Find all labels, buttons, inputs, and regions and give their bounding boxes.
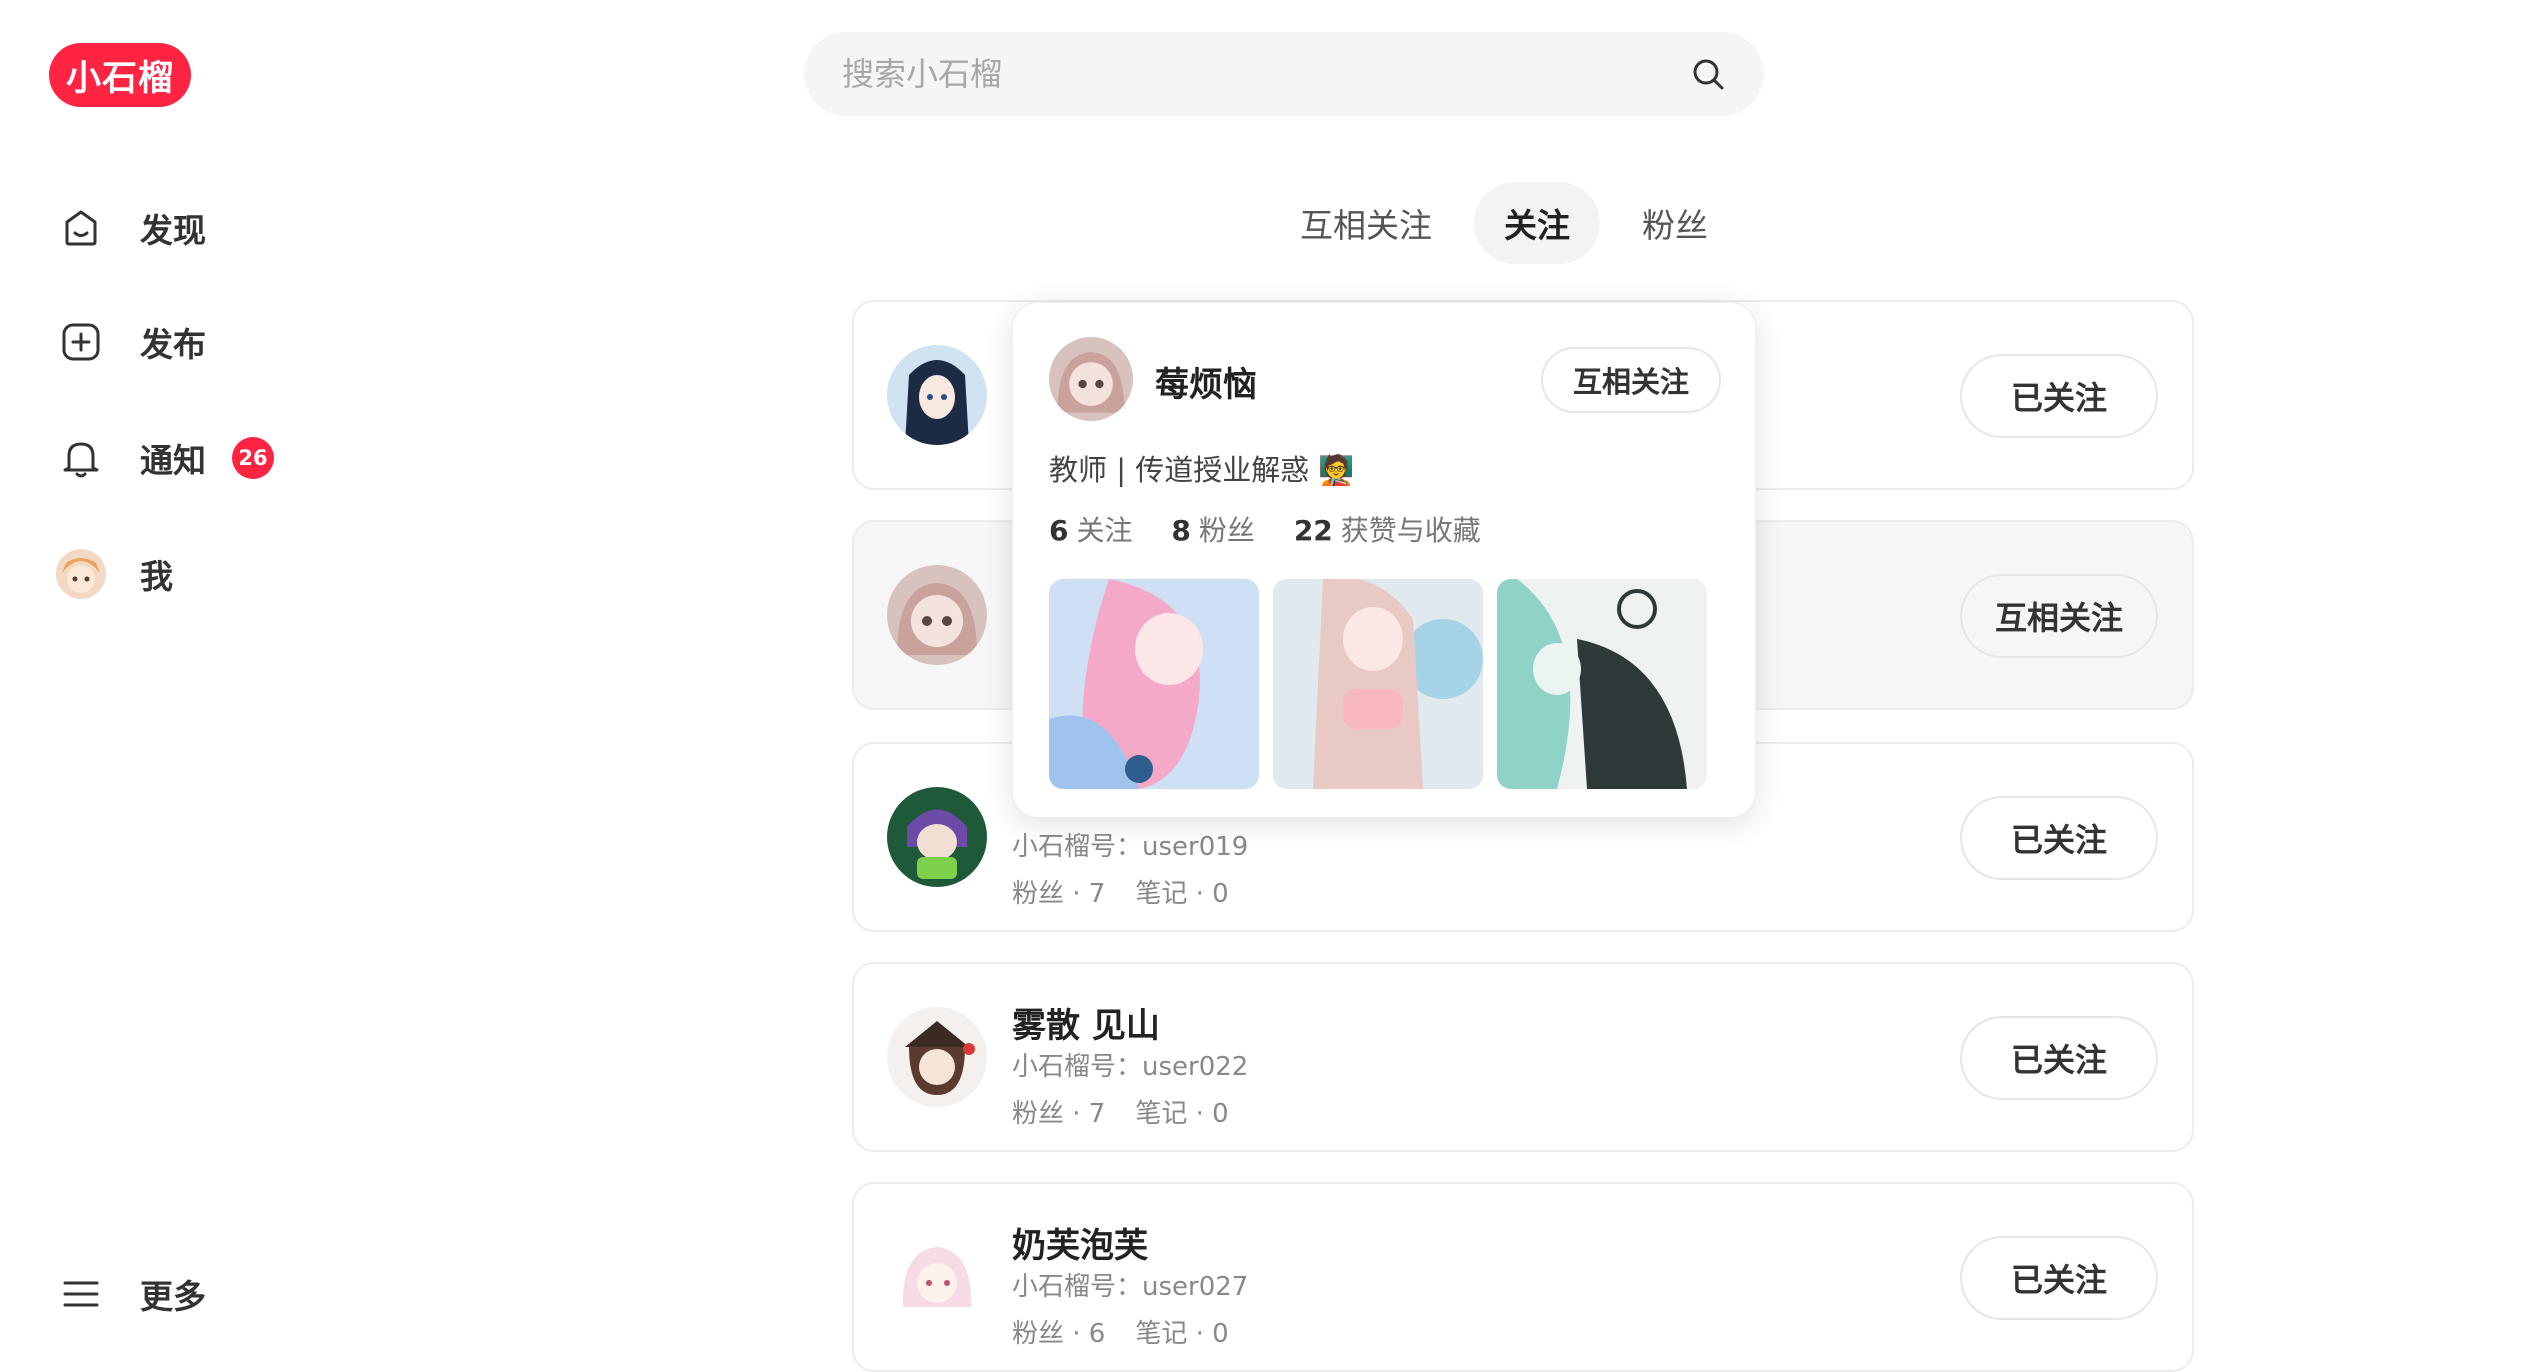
- sidebar-item-label: 发现: [140, 211, 206, 250]
- tab-mutual[interactable]: 互相关注: [1270, 182, 1462, 264]
- home-icon: [56, 203, 106, 253]
- search-bar: [804, 32, 1764, 116]
- user-id: 小石榴号：user019: [1012, 832, 1249, 862]
- following-button[interactable]: 已关注: [1960, 1016, 2158, 1100]
- sidebar-item-label: 更多: [140, 1277, 206, 1316]
- following-button[interactable]: 已关注: [1960, 1236, 2158, 1320]
- mutual-follow-button[interactable]: 互相关注: [1960, 574, 2158, 658]
- tab-following[interactable]: 关注: [1474, 182, 1600, 264]
- note-thumbnail[interactable]: [1497, 579, 1707, 789]
- avatar[interactable]: [887, 345, 987, 445]
- sidebar-item-me[interactable]: 我: [56, 538, 356, 610]
- mutual-follow-button[interactable]: 互相关注: [1541, 347, 1721, 413]
- sidebar-item-more[interactable]: 更多: [56, 1258, 356, 1330]
- avatar[interactable]: [887, 1227, 987, 1327]
- search-input[interactable]: [840, 54, 1688, 94]
- sidebar-item-label: 发布: [140, 325, 206, 364]
- sidebar-item-discover[interactable]: 发现: [56, 192, 356, 264]
- notes-count: 笔记 · 0: [1135, 1099, 1229, 1129]
- avatar: [56, 549, 106, 599]
- avatar[interactable]: [887, 1007, 987, 1107]
- user-name[interactable]: 奶芙泡芙: [1012, 1218, 1259, 1266]
- sidebar-item-label: 我: [140, 557, 173, 596]
- user-card[interactable]: 雾散 见山 小石榴号：user022 粉丝 · 7 笔记 · 0 已关注: [852, 962, 2194, 1152]
- fans-count: 粉丝 · 7: [1012, 879, 1106, 909]
- user-id: 小石榴号：user027: [1012, 1272, 1249, 1302]
- search-icon[interactable]: [1688, 54, 1728, 94]
- likes-stat: 22 获赞与收藏: [1293, 514, 1481, 547]
- following-button[interactable]: 已关注: [1960, 354, 2158, 438]
- note-thumbnail[interactable]: [1273, 579, 1483, 789]
- user-card[interactable]: 奶芙泡芙 小石榴号：user027 粉丝 · 6 笔记 · 0 已关注: [852, 1182, 2194, 1372]
- notes-count: 笔记 · 0: [1135, 879, 1229, 909]
- user-id: 小石榴号：user022: [1012, 1052, 1249, 1082]
- fans-count: 粉丝 · 6: [1012, 1319, 1106, 1349]
- fans-count: 粉丝 · 7: [1012, 1099, 1106, 1129]
- menu-icon: [56, 1269, 106, 1319]
- notification-badge: 26: [232, 437, 274, 479]
- avatar[interactable]: [887, 787, 987, 887]
- app-logo[interactable]: 小石榴: [49, 43, 191, 107]
- sidebar-item-label: 通知: [140, 441, 206, 480]
- avatar[interactable]: [887, 565, 987, 665]
- user-name[interactable]: 雾散 见山: [1012, 998, 1259, 1046]
- user-bio: 教师 | 传道授业解惑 🧑‍🏫: [1049, 453, 1355, 487]
- plus-square-icon: [56, 317, 106, 367]
- follow-tabs: 互相关注 关注 粉丝: [1270, 180, 1750, 266]
- fans-stat[interactable]: 8 粉丝: [1171, 514, 1255, 547]
- sidebar-item-notifications[interactable]: 通知 26: [56, 422, 356, 494]
- avatar[interactable]: [1049, 337, 1133, 421]
- sidebar-item-publish[interactable]: 发布: [56, 306, 356, 378]
- following-button[interactable]: 已关注: [1960, 796, 2158, 880]
- notes-count: 笔记 · 0: [1135, 1319, 1229, 1349]
- bell-icon: [56, 433, 106, 483]
- note-thumbnail[interactable]: [1049, 579, 1259, 789]
- popover-user-name[interactable]: 莓烦恼: [1155, 357, 1257, 406]
- user-stats: 6 关注 8 粉丝 22 获赞与收藏: [1049, 509, 1511, 549]
- recent-notes: [1049, 579, 1721, 789]
- following-stat[interactable]: 6 关注: [1049, 514, 1133, 547]
- tab-fans[interactable]: 粉丝: [1612, 182, 1738, 264]
- user-profile-popover: 莓烦恼 互相关注 教师 | 传道授业解惑 🧑‍🏫 6 关注 8 粉丝 22 获赞与收藏: [1012, 302, 1756, 818]
